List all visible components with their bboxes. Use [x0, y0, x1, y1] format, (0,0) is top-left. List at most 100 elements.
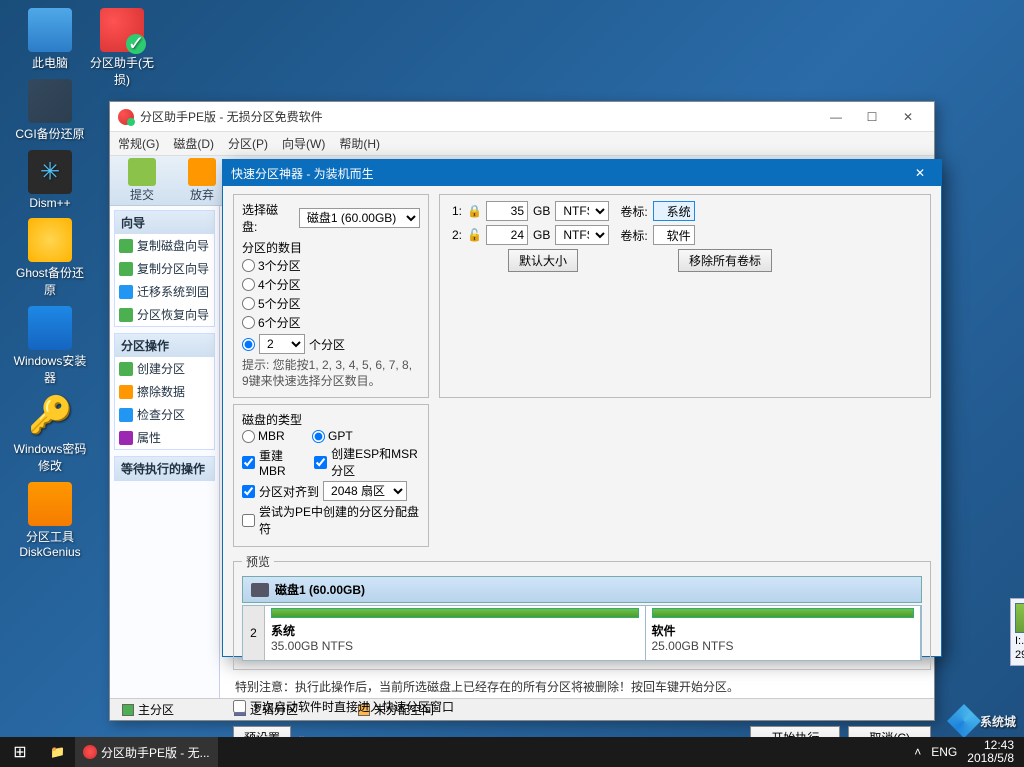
- radio-3-partitions[interactable]: 3个分区: [242, 256, 332, 275]
- wizard-migrate-os[interactable]: 迁移系统到固: [115, 280, 214, 303]
- menu-disk[interactable]: 磁盘(D): [173, 135, 214, 152]
- discard-button[interactable]: 放弃: [180, 158, 224, 203]
- op-props[interactable]: 属性: [115, 426, 214, 449]
- menu-wizard[interactable]: 向导(W): [282, 135, 325, 152]
- folder-icon: 📁: [50, 745, 65, 759]
- start-button[interactable]: ⊞: [0, 737, 40, 767]
- disk-icon: [119, 239, 133, 253]
- taskbar-app[interactable]: 分区助手PE版 - 无...: [75, 737, 218, 767]
- check-align[interactable]: [242, 485, 255, 498]
- custom-partition-count-select[interactable]: 2: [259, 334, 305, 354]
- preview-partition-2[interactable]: 软件 25.00GB NTFS: [646, 606, 922, 660]
- desktop-icon-wininstall[interactable]: Windows安装器: [12, 306, 88, 386]
- create-icon: [119, 362, 133, 376]
- wizard-copy-disk[interactable]: 复制磁盘向导: [115, 234, 214, 257]
- op-wipe[interactable]: 擦除数据: [115, 380, 214, 403]
- ops-panel-head: 分区操作: [115, 334, 214, 357]
- taskbar: ⊞ 📁 分区助手PE版 - 无... ˄ ENG 12:43 2018/5/8: [0, 737, 1024, 767]
- pc-icon: [28, 8, 72, 52]
- radio-gpt[interactable]: GPT: [312, 428, 382, 444]
- cgi-icon: [28, 79, 72, 123]
- disk-select-fieldset: 选择磁盘: 磁盘1 (60.00GB) 分区的数目 3个分区 4个分区 5个分区…: [233, 194, 429, 398]
- menu-general[interactable]: 常规(G): [118, 135, 159, 152]
- preview-disk-header: 磁盘1 (60.00GB): [242, 576, 922, 603]
- radio-mbr[interactable]: MBR: [242, 428, 312, 444]
- system-tray: ˄ ENG 12:43 2018/5/8: [904, 739, 1024, 765]
- desktop-icon-dism[interactable]: Dism++: [12, 150, 88, 210]
- preview-fieldset: 预览 磁盘1 (60.00GB) 2 系统 35.00GB NTFS 软件 25…: [233, 553, 931, 670]
- check-icon: [119, 408, 133, 422]
- check-rebuild-mbr[interactable]: 重建MBR: [242, 444, 298, 480]
- partition-row-2: 2: 🔓 GB NTFS 卷标:: [448, 225, 922, 245]
- select-disk-dropdown[interactable]: 磁盘1 (60.00GB): [299, 208, 420, 228]
- partition-2-fs-select[interactable]: NTFS: [555, 225, 609, 245]
- windows-installer-icon: [28, 306, 72, 350]
- commit-icon: [128, 158, 156, 186]
- custom-suffix: 个分区: [309, 336, 345, 353]
- disk-strip-small[interactable]: I:... 29...: [1010, 598, 1024, 666]
- remove-labels-button[interactable]: 移除所有卷标: [678, 249, 772, 272]
- dism-icon: [28, 150, 72, 194]
- desktop-icon-partition-assistant[interactable]: 分区助手(无损): [84, 8, 160, 88]
- menubar: 常规(G) 磁盘(D) 分区(P) 向导(W) 帮助(H): [110, 132, 934, 156]
- partition-2-size-input[interactable]: [486, 225, 528, 245]
- partition-1-fs-select[interactable]: NTFS: [555, 201, 609, 221]
- radio-4-partitions[interactable]: 4个分区: [242, 275, 332, 294]
- partition-assistant-icon: [100, 8, 144, 52]
- recover-icon: [119, 308, 133, 322]
- select-disk-label: 选择磁盘:: [242, 201, 293, 235]
- wizard-recover[interactable]: 分区恢复向导: [115, 303, 214, 326]
- op-create[interactable]: 创建分区: [115, 357, 214, 380]
- titlebar[interactable]: 分区助手PE版 - 无损分区免费软件 — ☐ ✕: [110, 102, 934, 132]
- legend-main-swatch: [122, 704, 134, 716]
- commit-button[interactable]: 提交: [120, 158, 164, 203]
- radio-custom-partitions[interactable]: [242, 338, 255, 351]
- desktop: 此电脑 分区助手(无损) CGI备份还原 Dism++ Ghost备份还原 Wi…: [0, 0, 100, 563]
- align-sector-select[interactable]: 2048 扇区: [323, 481, 407, 501]
- app-icon: [118, 109, 134, 125]
- op-check[interactable]: 检查分区: [115, 403, 214, 426]
- lock-icon: 🔒: [467, 204, 481, 218]
- menu-partition[interactable]: 分区(P): [228, 135, 268, 152]
- quick-partition-dialog: 快速分区神器 - 为装机而生 ✕ 选择磁盘: 磁盘1 (60.00GB) 分区的…: [222, 159, 942, 657]
- radio-6-partitions[interactable]: 6个分区: [242, 313, 332, 332]
- radio-5-partitions[interactable]: 5个分区: [242, 294, 332, 313]
- partition-rows-fieldset: 1: 🔒 GB NTFS 卷标: 2: 🔓 GB NTFS 卷标:: [439, 194, 931, 398]
- diskgenius-icon: [28, 482, 72, 526]
- taskbar-explorer[interactable]: 📁: [42, 737, 73, 767]
- tray-lang[interactable]: ENG: [931, 745, 957, 759]
- close-button[interactable]: ✕: [890, 106, 926, 128]
- desktop-icon-cgi[interactable]: CGI备份还原: [12, 79, 88, 142]
- partition-1-label-input[interactable]: [653, 201, 695, 221]
- maximize-button[interactable]: ☐: [854, 106, 890, 128]
- desktop-icon-diskgenius[interactable]: 分区工具DiskGenius: [12, 482, 88, 559]
- menu-help[interactable]: 帮助(H): [339, 135, 380, 152]
- check-try-pe[interactable]: 尝试为PE中创建的分区分配盘符: [242, 502, 420, 538]
- check-create-esp[interactable]: 创建ESP和MSR分区: [314, 444, 420, 480]
- disk-type-fieldset: 磁盘的类型 MBR GPT 重建MBR 创建ESP和MSR分区 分区对齐到 20…: [233, 404, 429, 547]
- partition-1-size-input[interactable]: [486, 201, 528, 221]
- left-panel: 向导 复制磁盘向导 复制分区向导 迁移系统到固 分区恢复向导 分区操作 创建分区…: [110, 206, 220, 698]
- legend-main-label: 主分区: [138, 701, 174, 718]
- default-size-button[interactable]: 默认大小: [508, 249, 578, 272]
- disk-icon: [251, 583, 269, 597]
- dialog-close-button[interactable]: ✕: [907, 162, 933, 184]
- minimize-button[interactable]: —: [818, 106, 854, 128]
- window-title: 分区助手PE版 - 无损分区免费软件: [140, 108, 818, 125]
- partition-2-label-input[interactable]: [653, 225, 695, 245]
- desktop-icon-pc[interactable]: 此电脑: [12, 8, 88, 71]
- wizard-panel-head: 向导: [115, 211, 214, 234]
- desktop-icon-ghost[interactable]: Ghost备份还原: [12, 218, 88, 298]
- disk-type-label: 磁盘的类型: [242, 411, 420, 428]
- tray-up-icon[interactable]: ˄: [914, 745, 921, 759]
- pending-panel-head: 等待执行的操作: [115, 457, 214, 480]
- preview-partition-1[interactable]: 系统 35.00GB NTFS: [265, 606, 646, 660]
- dialog-titlebar[interactable]: 快速分区神器 - 为装机而生 ✕: [223, 160, 941, 186]
- wizard-copy-partition[interactable]: 复制分区向导: [115, 257, 214, 280]
- check-next-time[interactable]: 下次启动软件时直接进入快速分区窗口: [233, 697, 931, 716]
- desktop-icon-winpwd[interactable]: 🔑Windows密码修改: [12, 394, 88, 474]
- partition-row-1: 1: 🔒 GB NTFS 卷标:: [448, 201, 922, 221]
- tray-clock[interactable]: 12:43 2018/5/8: [967, 739, 1014, 765]
- watermark-icon: [947, 704, 981, 738]
- wipe-icon: [119, 385, 133, 399]
